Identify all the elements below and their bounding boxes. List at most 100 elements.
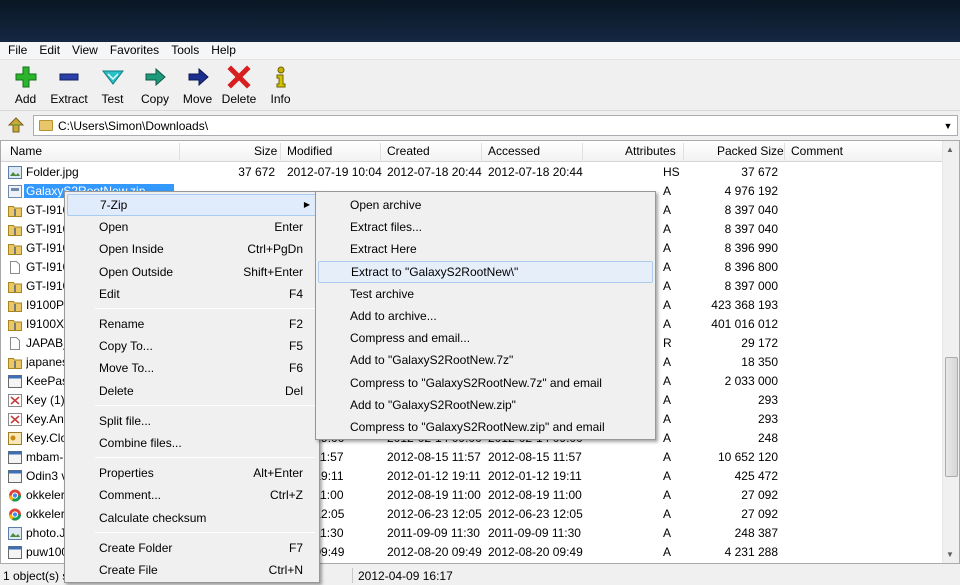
submenu-item[interactable]: Add to "GalaxyS2RootNew.zip": [318, 394, 653, 416]
list-header: Name Size Modified Created Accessed Attr…: [1, 141, 943, 162]
submenu-item[interactable]: Compress to "GalaxyS2RootNew.7z" and ema…: [318, 372, 653, 394]
context-menu-item[interactable]: Create File Ctrl+N: [67, 559, 317, 581]
menu-separator: [95, 457, 315, 459]
copy-button[interactable]: Copy: [134, 61, 176, 111]
cell-packed-size: 10 652 120: [717, 450, 778, 464]
context-menu-item[interactable]: Open Outside Shift+Enter: [67, 261, 317, 283]
move-button[interactable]: Move: [176, 61, 219, 111]
menu-view[interactable]: View: [66, 42, 104, 59]
menu-item-shortcut: Enter: [274, 220, 303, 235]
submenu-arrow-icon: ▶: [303, 200, 310, 209]
submenu-item[interactable]: Extract Here: [318, 238, 653, 260]
path-dropdown-icon[interactable]: ▼: [941, 118, 955, 133]
cell-attributes: A: [663, 431, 672, 445]
image-file-icon: [8, 166, 22, 179]
col-modified[interactable]: Modified: [287, 144, 332, 158]
test-button[interactable]: Test: [91, 61, 134, 111]
menu-separator: [95, 404, 315, 406]
scroll-up-icon[interactable]: ▲: [946, 145, 954, 154]
submenu-item[interactable]: Extract to "GalaxyS2RootNew\": [318, 260, 653, 283]
archive-folder-file-icon: [8, 318, 22, 331]
cell-packed-size: 8 396 800: [724, 260, 778, 274]
delete-x-icon: [227, 65, 251, 89]
context-menu-item[interactable]: Delete Del: [67, 380, 317, 402]
context-menu-item[interactable]: Calculate checksum: [67, 507, 317, 529]
path-input[interactable]: C:\Users\Simon\Downloads\ ▼: [33, 115, 958, 136]
app-file-icon: [8, 546, 22, 559]
submenu-item[interactable]: Test archive: [318, 283, 653, 305]
context-menu-item[interactable]: Open Enter: [67, 216, 317, 238]
context-menu-item[interactable]: Combine files...: [67, 432, 317, 454]
menu-separator: [95, 308, 315, 309]
context-menu-item[interactable]: 7-Zip ▶: [67, 194, 317, 216]
menu-favorites[interactable]: Favorites: [104, 42, 165, 59]
scroll-thumb[interactable]: [945, 357, 958, 477]
cell-attributes: A: [663, 279, 672, 293]
key-file-icon: [8, 413, 22, 426]
cell-packed-size: 8 396 990: [724, 241, 778, 255]
keyfile-file-icon: [8, 432, 22, 445]
context-menu-item[interactable]: Create Folder F7: [67, 537, 317, 559]
info-button[interactable]: Info: [259, 61, 302, 111]
col-accessed[interactable]: Accessed: [488, 144, 540, 158]
submenu-item[interactable]: Add to "GalaxyS2RootNew.7z": [318, 349, 653, 371]
context-menu-item[interactable]: Comment... Ctrl+Z: [67, 484, 317, 506]
menu-item-label: Move To...: [99, 361, 155, 376]
menu-edit[interactable]: Edit: [33, 42, 66, 59]
submenu-item[interactable]: Compress to "GalaxyS2RootNew.zip" and em…: [318, 416, 653, 438]
submenu-item[interactable]: Compress and email...: [318, 327, 653, 349]
cell-attributes: A: [663, 469, 672, 483]
col-attributes[interactable]: Attributes: [625, 144, 676, 158]
vertical-scrollbar[interactable]: ▲ ▼: [942, 141, 959, 563]
menu-item-shortcut: Ctrl+PgDn: [247, 242, 303, 257]
menu-bar: File Edit View Favorites Tools Help: [0, 42, 960, 60]
move-label: Move: [182, 92, 213, 106]
submenu-item-label: Compress to "GalaxyS2RootNew.7z" and ema…: [350, 375, 602, 390]
submenu-item-label: Test archive: [350, 286, 415, 301]
submenu-item-label: Extract Here: [350, 242, 417, 257]
context-menu-item[interactable]: Split file...: [67, 410, 317, 432]
extract-button[interactable]: Extract: [47, 61, 91, 111]
menu-item-label: Open: [99, 220, 129, 235]
menu-tools[interactable]: Tools: [165, 42, 205, 59]
submenu-item-label: Extract files...: [350, 220, 423, 235]
col-comment[interactable]: Comment: [791, 144, 843, 158]
cell-packed-size: 425 472: [734, 469, 778, 483]
toolbar: Add Extract Test Copy Move Delete Info: [0, 61, 960, 111]
cell-attributes: A: [663, 507, 672, 521]
cell-packed-size: 2 033 000: [724, 374, 778, 388]
menu-item-label: Combine files...: [99, 436, 182, 450]
delete-button[interactable]: Delete: [219, 61, 259, 111]
menu-file[interactable]: File: [2, 42, 33, 59]
col-created[interactable]: Created: [387, 144, 430, 158]
table-row[interactable]: Folder.jpg 37 672 2012-07-19 10:04 2012-07-…: [1, 163, 943, 182]
col-name[interactable]: Name: [10, 144, 42, 158]
context-menu-item[interactable]: Properties Alt+Enter: [67, 462, 317, 484]
cell-created: 2012-07-18 20:44: [387, 165, 482, 179]
submenu-item[interactable]: Extract files...: [318, 216, 653, 238]
context-menu-item[interactable]: Edit F4: [67, 283, 317, 305]
check-icon: [101, 70, 124, 85]
context-menu-item[interactable]: Rename F2: [67, 313, 317, 335]
cell-attributes: A: [663, 317, 672, 331]
submenu-item[interactable]: Open archive: [318, 194, 653, 216]
context-menu-item[interactable]: Open Inside Ctrl+PgDn: [67, 238, 317, 260]
add-button[interactable]: Add: [4, 61, 47, 111]
submenu-item[interactable]: Add to archive...: [318, 305, 653, 327]
context-menu: 7-Zip ▶ Open Enter Open Inside Ctrl+PgDn Open …: [64, 191, 320, 583]
status-date: 2012-04-09 16:17: [358, 569, 453, 583]
col-packed-size[interactable]: Packed Size: [717, 144, 784, 158]
cell-packed-size: 27 092: [741, 507, 778, 521]
cell-attributes: A: [663, 241, 672, 255]
up-folder-button[interactable]: [4, 114, 28, 136]
archive-folder-file-icon: [8, 280, 22, 293]
context-menu-item[interactable]: Move To... F6: [67, 357, 317, 379]
col-size[interactable]: Size: [254, 144, 277, 158]
context-menu-item[interactable]: Copy To... F5: [67, 335, 317, 357]
cell-attributes: A: [663, 298, 672, 312]
menu-help[interactable]: Help: [205, 42, 242, 59]
cell-created: 2012-08-20 09:49: [387, 545, 482, 559]
scroll-down-icon[interactable]: ▼: [946, 550, 954, 559]
cell-packed-size: 29 172: [741, 336, 778, 350]
cell-attributes: R: [663, 336, 672, 350]
